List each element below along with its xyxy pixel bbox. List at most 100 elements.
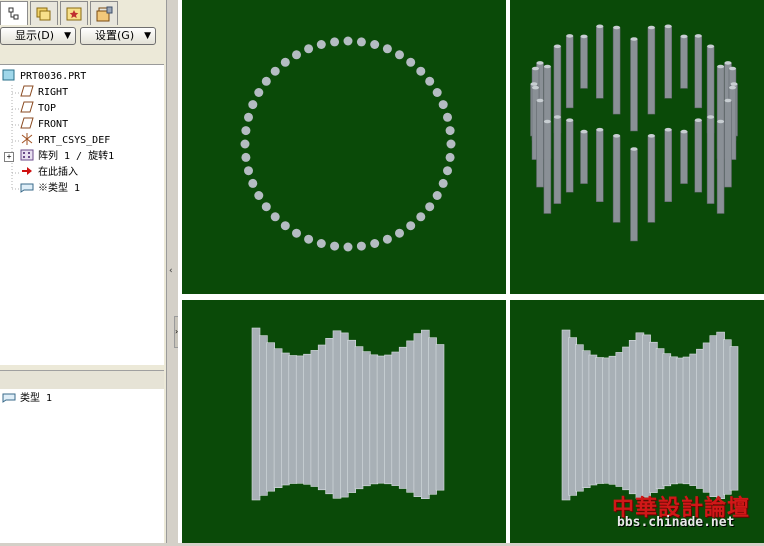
feature-dot [406,57,416,67]
panel-splitter[interactable] [0,370,164,390]
datum-plane-icon [20,117,34,129]
tree-item-insert-here[interactable]: 在此插入 [20,165,78,181]
cylinder-feature [428,337,437,495]
cylinder-feature [664,24,672,99]
cylinder-feature [295,355,305,484]
settings-dropdown-button[interactable]: 设置(G) ▼ [80,27,156,45]
tree-item-right-plane[interactable]: RIGHT [20,85,68,101]
cylinder-feature [647,25,656,115]
tree-item-label: PRT_CSYS_DEF [38,135,111,146]
navigator-tabs [0,0,166,26]
feature-dot [395,228,404,238]
cylinder-feature [332,330,342,499]
cylinder-feature [398,346,408,489]
navigator-panel: 显示(D) ▼ 设置(G) ▼ PRT0036.PRT RIGHT TOP FR… [0,0,166,543]
cylinder-feature [251,327,261,501]
viewport-top-right[interactable] [510,0,764,294]
cylinder-feature [647,134,656,223]
layer-item-type[interactable]: 类型 1 [2,391,52,407]
feature-dot [445,152,455,162]
display-dropdown-label: 显示(D) [15,29,55,42]
cylinder-feature [706,115,715,204]
cylinder-feature [536,98,544,188]
cylinder-feature [303,353,312,485]
cylinder-feature [694,118,703,193]
cylinder-feature [565,118,574,193]
feature-dot [261,76,271,86]
tree-item-pattern[interactable]: + 阵列 1 / 旋转1 [4,149,114,165]
graphics-window[interactable] [178,0,764,543]
feature-dot [443,166,452,176]
tree-item-part[interactable]: PRT0036.PRT [2,69,86,85]
cylinder-feature [413,333,423,498]
circle-pattern-view [240,36,456,252]
viewport-bottom-left[interactable] [182,300,506,543]
feature-dot [370,40,380,49]
navigator-button-row: 显示(D) ▼ 设置(G) ▼ [0,26,166,46]
feature-dot [438,178,448,188]
feature-dot [382,234,392,244]
tab-folder-browser[interactable] [30,1,58,25]
feature-dot [356,241,366,251]
csys-icon [21,133,33,145]
collapse-arrow-icon[interactable]: ‹ [169,266,173,276]
layer-list: 类型 1 [0,389,164,543]
settings-dropdown-label: 设置(G) [95,29,135,42]
tree-item-label: FRONT [38,119,69,130]
cylinder-feature [347,339,356,493]
cylinder-feature [630,147,638,242]
cylinder-feature [435,344,445,491]
tree-item-label: PRT0036.PRT [20,71,87,82]
cylinder-feature [421,329,430,500]
tree-item-front-plane[interactable]: FRONT [20,117,68,133]
viewport-top-left[interactable] [182,0,506,294]
cylinder-feature [596,127,604,202]
layer-item-label: 类型 1 [20,393,53,404]
cylinder-feature [580,129,588,184]
feature-dot [316,40,326,49]
feature-dot [330,37,340,47]
watermark-url: bbs.chinade.net [617,515,735,530]
cylinder-feature [391,351,401,486]
display-dropdown-button[interactable]: 显示(D) ▼ [0,27,76,45]
feature-dot [343,36,353,46]
cylinder-feature [543,119,552,214]
feature-dot [395,50,404,60]
tree-item-type[interactable]: ※类型 1 [20,181,80,197]
feature-dot [416,66,426,76]
feature-dot [406,221,416,231]
favorites-icon [66,7,82,20]
cylinder-feature [680,129,688,184]
feature-dot [432,191,442,200]
feature-dot [240,139,250,149]
cylinder-feature [565,34,574,109]
cylinder-feature [354,346,364,490]
model-tree-icon [8,7,19,19]
type-icon [20,183,34,193]
datum-plane-icon [20,101,34,113]
feature-dot [254,191,264,200]
front-pattern-view [251,327,445,501]
feature-dot [241,152,251,162]
cylinder-feature [406,340,415,493]
feature-dot [425,76,435,86]
tab-model-tree[interactable] [0,1,28,25]
tree-item-top-plane[interactable]: TOP [20,101,56,117]
model-tree: PRT0036.PRT RIGHT TOP FRONT PRT_CSYS_DEF… [0,64,164,365]
tab-connections[interactable] [90,1,118,25]
chevron-down-icon: ▼ [64,31,71,41]
cylinder-feature [317,344,327,491]
feature-dot [432,88,442,97]
feature-dot [241,126,251,136]
cylinder-feature [376,355,386,484]
isometric-pattern-view [530,24,738,242]
expand-icon[interactable]: + [4,152,14,162]
folder-browser-icon [36,7,51,20]
tab-favorites[interactable] [60,1,88,25]
tree-item-csys[interactable]: PRT_CSYS_DEF [20,133,110,149]
tree-item-label: RIGHT [38,87,69,98]
tree-item-label: 在此插入 [38,167,78,178]
feature-dot [244,112,253,122]
cylinder-feature [288,355,298,484]
cylinder-feature [310,350,320,487]
